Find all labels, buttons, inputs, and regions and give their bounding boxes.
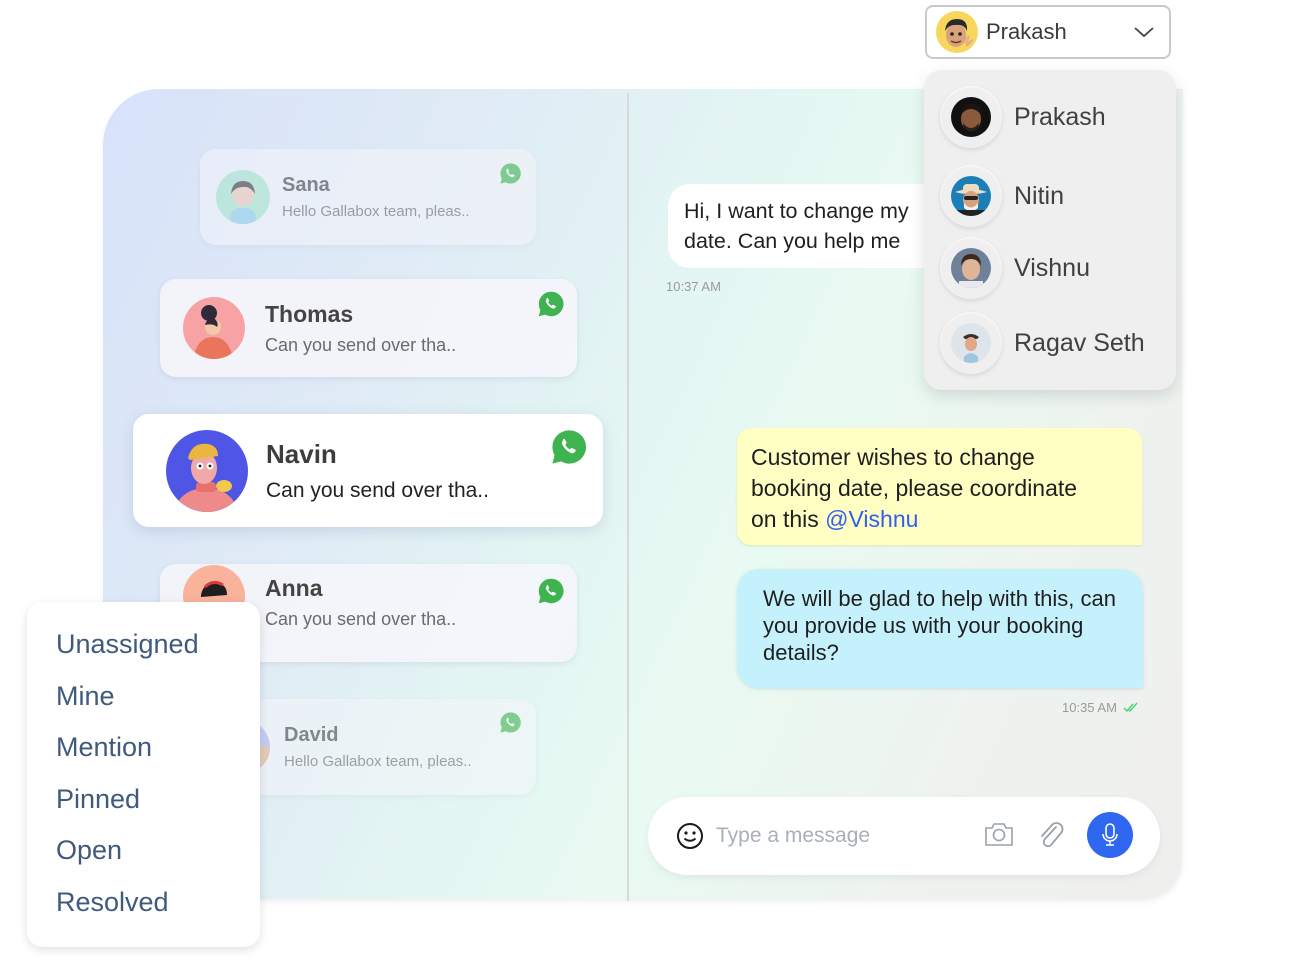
agent-avatar-ring: [940, 165, 1002, 227]
agent-dropdown-menu: Prakash Nitin Vishnu Ragav Seth: [924, 70, 1176, 390]
voice-record-button[interactable]: [1087, 812, 1133, 858]
incoming-timestamp: 10:37 AM: [666, 279, 721, 294]
outgoing-message-meta: 10:35 AM: [1062, 700, 1139, 715]
incoming-message: Hi, I want to change my date. Can you he…: [668, 184, 958, 268]
filter-pinned[interactable]: Pinned: [56, 781, 260, 833]
filter-unassigned[interactable]: Unassigned: [56, 626, 260, 678]
agent-option-prakash[interactable]: Prakash: [940, 86, 1106, 148]
outgoing-timestamp: 10:35 AM: [1062, 700, 1117, 715]
agent-option-nitin[interactable]: Nitin: [940, 165, 1064, 227]
contact-name: Anna: [265, 574, 323, 601]
incoming-message-line: Hi, I want to change my: [684, 199, 909, 223]
agent-name: Ragav Seth: [1014, 328, 1145, 357]
agent-avatar: [951, 248, 991, 288]
contact-avatar: [166, 429, 248, 512]
contact-name: David: [284, 724, 339, 746]
note-line: booking date, please coordinate: [751, 475, 1078, 501]
whatsapp-icon: [500, 712, 521, 733]
filter-mention[interactable]: Mention: [56, 729, 260, 781]
agent-name: Vishnu: [1014, 253, 1090, 282]
filter-mine[interactable]: Mine: [56, 678, 260, 730]
agent-name: Prakash: [1014, 102, 1106, 131]
contact-avatar: [183, 297, 245, 359]
agent-avatar: [951, 97, 991, 137]
message-composer: [648, 797, 1160, 875]
microphone-icon: [1102, 823, 1118, 846]
conversation-item-active[interactable]: Navin Can you send over tha..: [133, 414, 603, 527]
camera-icon[interactable]: [984, 819, 1014, 849]
agent-option-vishnu[interactable]: Vishnu: [940, 237, 1090, 299]
filter-open[interactable]: Open: [56, 832, 260, 884]
emoji-icon[interactable]: [676, 822, 704, 850]
incoming-message-line: date. Can you help me: [684, 229, 901, 253]
contact-name: Thomas: [265, 300, 354, 327]
message-preview: Can you send over tha..: [266, 478, 489, 502]
agent-avatar-ring: [940, 312, 1002, 374]
outgoing-message: We will be glad to help with this, can y…: [737, 569, 1143, 688]
chevron-down-icon: [1134, 27, 1154, 38]
agent-name: Nitin: [1014, 181, 1065, 210]
selected-agent-name: Prakash: [986, 19, 1067, 44]
agent-selector[interactable]: Prakash: [925, 5, 1171, 59]
filter-resolved[interactable]: Resolved: [56, 884, 260, 936]
internal-note-message: Customer wishes to change booking date, …: [737, 428, 1142, 545]
whatsapp-icon: [500, 163, 521, 184]
whatsapp-icon: [552, 430, 586, 464]
agent-avatar-ring: [940, 237, 1002, 299]
agent-avatar: [951, 176, 991, 216]
selected-agent-avatar: [936, 11, 978, 53]
conversation-item[interactable]: Thomas Can you send over tha..: [160, 279, 577, 377]
mention-link[interactable]: @Vishnu: [825, 506, 918, 532]
note-line: Customer wishes to change: [751, 444, 1035, 470]
message-preview: Hello Gallabox team, pleas..: [284, 753, 472, 770]
agent-option-ragav-seth[interactable]: Ragav Seth: [940, 312, 1145, 374]
agent-avatar: [951, 323, 991, 363]
message-preview: Can you send over tha..: [265, 334, 457, 355]
agent-avatar-ring: [940, 86, 1002, 148]
contact-name: Sana: [282, 174, 330, 196]
message-preview: Can you send over tha..: [265, 608, 457, 629]
contact-name: Navin: [266, 438, 337, 469]
note-line: on this: [751, 506, 826, 532]
conversation-filter-menu: Unassigned Mine Mention Pinned Open Reso…: [27, 602, 260, 947]
attachment-icon[interactable]: [1036, 819, 1066, 851]
message-preview: Hello Gallabox team, pleas..: [282, 203, 470, 220]
contact-avatar: [216, 170, 270, 224]
double-check-icon: [1123, 702, 1138, 712]
whatsapp-icon: [538, 578, 564, 604]
whatsapp-icon: [538, 291, 564, 317]
conversation-item[interactable]: Sana Hello Gallabox team, pleas..: [200, 149, 536, 245]
message-input[interactable]: [716, 819, 956, 853]
panel-divider: [627, 93, 629, 901]
